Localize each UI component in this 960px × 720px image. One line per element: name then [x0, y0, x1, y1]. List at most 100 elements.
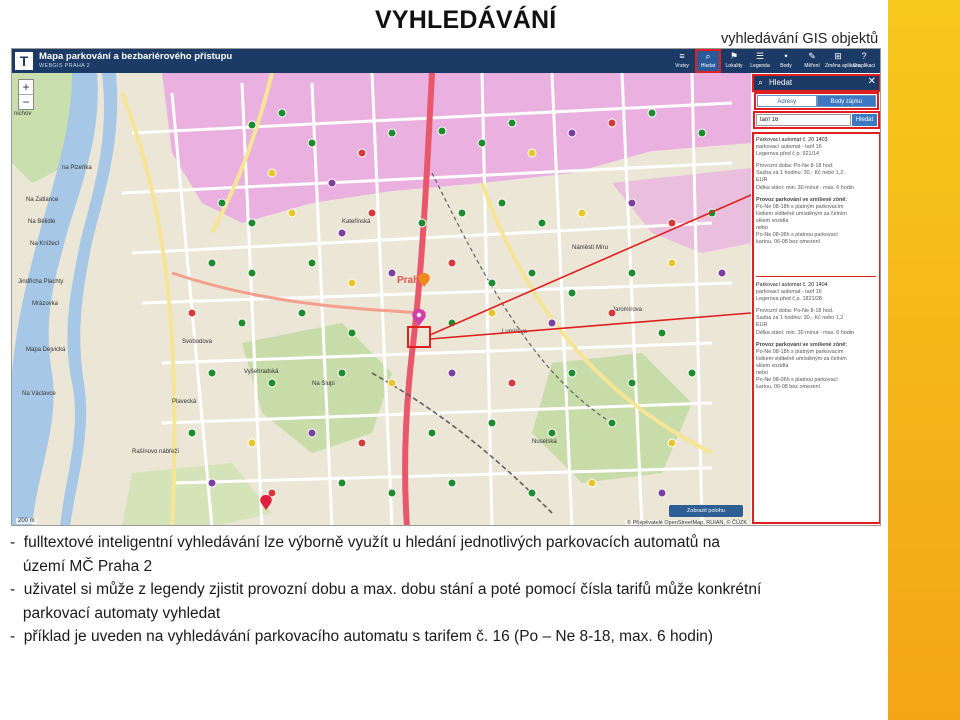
- poi-marker[interactable]: [567, 368, 577, 378]
- poi-marker[interactable]: [527, 148, 537, 158]
- poi-marker[interactable]: [507, 378, 517, 388]
- map-view[interactable]: nichov na Plzeňka Na Zatlance Na Bělidle Na …: [12, 73, 751, 526]
- poi-marker[interactable]: [267, 168, 277, 178]
- poi-marker[interactable]: [527, 488, 537, 498]
- poi-marker[interactable]: [187, 308, 197, 318]
- poi-marker[interactable]: [267, 378, 277, 388]
- zoom-out-button[interactable]: −: [19, 94, 33, 109]
- poi-marker[interactable]: [217, 198, 227, 208]
- search-button[interactable]: Hledat: [852, 114, 877, 126]
- poi-marker[interactable]: [357, 148, 367, 158]
- poi-marker[interactable]: [717, 268, 727, 278]
- poi-marker[interactable]: [607, 308, 617, 318]
- poi-marker[interactable]: [477, 138, 487, 148]
- street-label: na Plzeňka: [62, 165, 92, 171]
- poi-marker[interactable]: [627, 268, 637, 278]
- poi-marker[interactable]: [387, 268, 397, 278]
- poi-marker[interactable]: [337, 478, 347, 488]
- poi-marker[interactable]: [667, 438, 677, 448]
- poi-marker[interactable]: [287, 208, 297, 218]
- poi-marker[interactable]: [427, 428, 437, 438]
- poi-marker[interactable]: [607, 118, 617, 128]
- tool-legenda[interactable]: ☰ Legenda: [747, 49, 773, 73]
- poi-marker[interactable]: [307, 258, 317, 268]
- result-address: Legerova před č.p. 1821/28: [756, 296, 822, 303]
- poi-marker[interactable]: [567, 288, 577, 298]
- tool-zmena-aplikace[interactable]: ⊞ Změna aplikace: [825, 49, 860, 73]
- poi-marker[interactable]: [497, 198, 507, 208]
- poi-marker[interactable]: [507, 118, 517, 128]
- map-canvas[interactable]: nichov na Plzeňka Na Zatlance Na Bělidle Na …: [12, 73, 751, 526]
- poi-marker[interactable]: [387, 128, 397, 138]
- poi-marker[interactable]: [537, 218, 547, 228]
- poi-marker[interactable]: [417, 218, 427, 228]
- search-input[interactable]: [756, 114, 851, 126]
- street-label: Nuselská: [532, 439, 557, 445]
- tool-o-aplikaci[interactable]: ? O aplikaci: [851, 49, 877, 73]
- show-location-button[interactable]: Zobrazit polohu: [669, 505, 743, 517]
- poi-marker[interactable]: [627, 378, 637, 388]
- poi-marker[interactable]: [307, 428, 317, 438]
- poi-marker[interactable]: [447, 368, 457, 378]
- poi-marker[interactable]: [367, 208, 377, 218]
- street-label: Kateřinská: [342, 219, 371, 225]
- zoom-in-button[interactable]: +: [19, 80, 33, 94]
- poi-marker[interactable]: [657, 328, 667, 338]
- poi-marker[interactable]: [277, 108, 287, 118]
- poi-marker[interactable]: [667, 218, 677, 228]
- poi-marker[interactable]: [527, 268, 537, 278]
- street-label: nichov: [14, 111, 31, 117]
- poi-marker[interactable]: [447, 478, 457, 488]
- close-icon[interactable]: ✕: [868, 76, 876, 87]
- poi-marker[interactable]: [577, 208, 587, 218]
- poi-marker[interactable]: [207, 368, 217, 378]
- poi-marker[interactable]: [347, 278, 357, 288]
- poi-marker[interactable]: [547, 318, 557, 328]
- tool-mereni[interactable]: ✎ Měření: [799, 49, 825, 73]
- poi-marker[interactable]: [607, 418, 617, 428]
- poi-marker[interactable]: [657, 488, 667, 498]
- poi-marker[interactable]: [187, 428, 197, 438]
- poi-marker[interactable]: [347, 328, 357, 338]
- poi-marker[interactable]: [327, 178, 337, 188]
- poi-marker[interactable]: [457, 208, 467, 218]
- poi-marker[interactable]: [357, 438, 367, 448]
- tool-vrstvy[interactable]: ≡ Vrstvy: [669, 49, 695, 73]
- poi-marker[interactable]: [487, 308, 497, 318]
- poi-marker[interactable]: [567, 128, 577, 138]
- poi-marker[interactable]: [247, 268, 257, 278]
- poi-marker[interactable]: [487, 278, 497, 288]
- poi-marker[interactable]: [247, 120, 257, 130]
- poi-marker[interactable]: [207, 478, 217, 488]
- tool-lokality[interactable]: ⚑ Lokality: [721, 49, 747, 73]
- tool-hledat[interactable]: ⌕ Hledat: [695, 49, 721, 73]
- poi-marker[interactable]: [247, 218, 257, 228]
- map-attribution[interactable]: © Přispěvatelé OpenStreetMap, RUIAN, © Č…: [625, 520, 749, 525]
- poi-marker[interactable]: [207, 258, 217, 268]
- poi-marker[interactable]: [667, 258, 677, 268]
- search-icon: ⌕: [705, 51, 711, 61]
- poi-marker[interactable]: [687, 368, 697, 378]
- poi-marker[interactable]: [697, 128, 707, 138]
- poi-marker[interactable]: [387, 488, 397, 498]
- result-item[interactable]: Parkovací automat č. 20 1403 parkovací a…: [756, 137, 876, 246]
- poi-marker[interactable]: [447, 258, 457, 268]
- poi-marker[interactable]: [387, 378, 397, 388]
- poi-marker[interactable]: [487, 418, 497, 428]
- tab-adresy[interactable]: Adresy: [757, 95, 817, 107]
- poi-marker[interactable]: [337, 368, 347, 378]
- poi-marker[interactable]: [587, 478, 597, 488]
- poi-marker[interactable]: [237, 318, 247, 328]
- poi-marker[interactable]: [547, 428, 557, 438]
- tool-body[interactable]: • Body: [773, 49, 799, 73]
- poi-marker[interactable]: [297, 308, 307, 318]
- poi-marker[interactable]: [647, 108, 657, 118]
- poi-marker[interactable]: [247, 438, 257, 448]
- result-item[interactable]: Parkovací automat č. 20 1404 parkovací a…: [756, 282, 876, 391]
- poi-marker[interactable]: [307, 138, 317, 148]
- tab-body-zajmu[interactable]: Body zájmu: [816, 95, 876, 107]
- poi-marker[interactable]: [337, 228, 347, 238]
- poi-marker[interactable]: [437, 126, 447, 136]
- search-panel-title: Hledat: [769, 78, 793, 87]
- poi-marker[interactable]: [627, 198, 637, 208]
